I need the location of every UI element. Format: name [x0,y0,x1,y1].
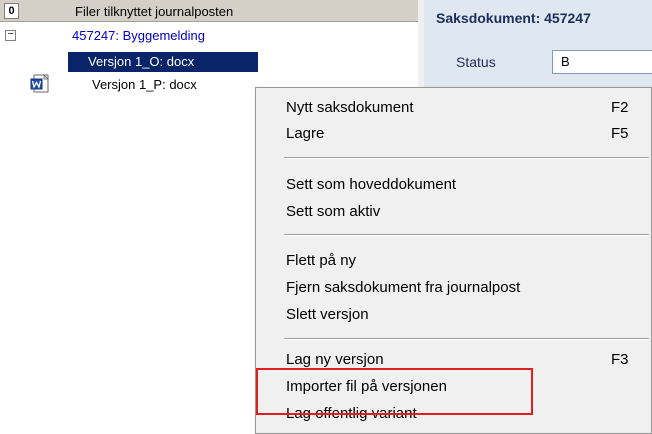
detail-title-bar: Saksdokument: 457247 [424,0,652,40]
count-badge: 0 [4,3,19,19]
menu-item-label: Lagre [286,125,325,142]
collapse-icon[interactable]: − [5,30,16,41]
tree-header-label: Filer tilknyttet journalposten [75,4,234,19]
status-field[interactable]: B [552,50,652,74]
menu-item-set-main-document[interactable]: Sett som hoveddokument [256,172,651,196]
menu-item-label: Slett versjon [286,306,369,323]
menu-item-shortcut: F3 [611,351,629,368]
menu-separator [284,157,649,159]
menu-item-new-document[interactable]: Nytt saksdokument F2 [256,95,651,119]
menu-item-label: Flett på ny [286,252,357,269]
menu-item-shortcut: F5 [611,125,629,142]
detail-title: Saksdokument: 457247 [436,10,591,26]
word-document-icon [30,74,49,93]
annotation-highlight-box [256,368,533,415]
menu-item-set-active[interactable]: Sett som aktiv [256,199,651,223]
menu-separator [284,338,649,340]
tree-header: 0 Filer tilknyttet journalposten [0,0,418,22]
status-label: Status [456,54,496,70]
tree-node-version-o-label: Versjon 1_O: docx [88,54,195,69]
menu-item-label: Nytt saksdokument [286,99,414,116]
tree-node-version-p[interactable]: Versjon 1_P: docx [92,77,197,92]
menu-item-label: Lag ny versjon [286,351,384,368]
status-value: B [561,54,570,69]
menu-item-label: Sett som aktiv [286,203,381,220]
tree-node-version-o[interactable]: Versjon 1_O: docx [68,52,258,72]
menu-item-merge-again[interactable]: Flett på ny [256,248,651,272]
menu-item-label: Sett som hoveddokument [286,176,457,193]
menu-item-label: Fjern saksdokument fra journalpost [286,279,521,296]
tree-node-document[interactable]: 457247: Byggemelding [72,28,205,43]
menu-separator [284,234,649,236]
menu-item-save[interactable]: Lagre F5 [256,121,651,145]
menu-item-shortcut: F2 [611,99,629,116]
menu-item-delete-version[interactable]: Slett versjon [256,302,651,326]
application-window: 0 Filer tilknyttet journalposten − 45724… [0,0,652,434]
menu-item-remove-document[interactable]: Fjern saksdokument fra journalpost [256,275,651,299]
